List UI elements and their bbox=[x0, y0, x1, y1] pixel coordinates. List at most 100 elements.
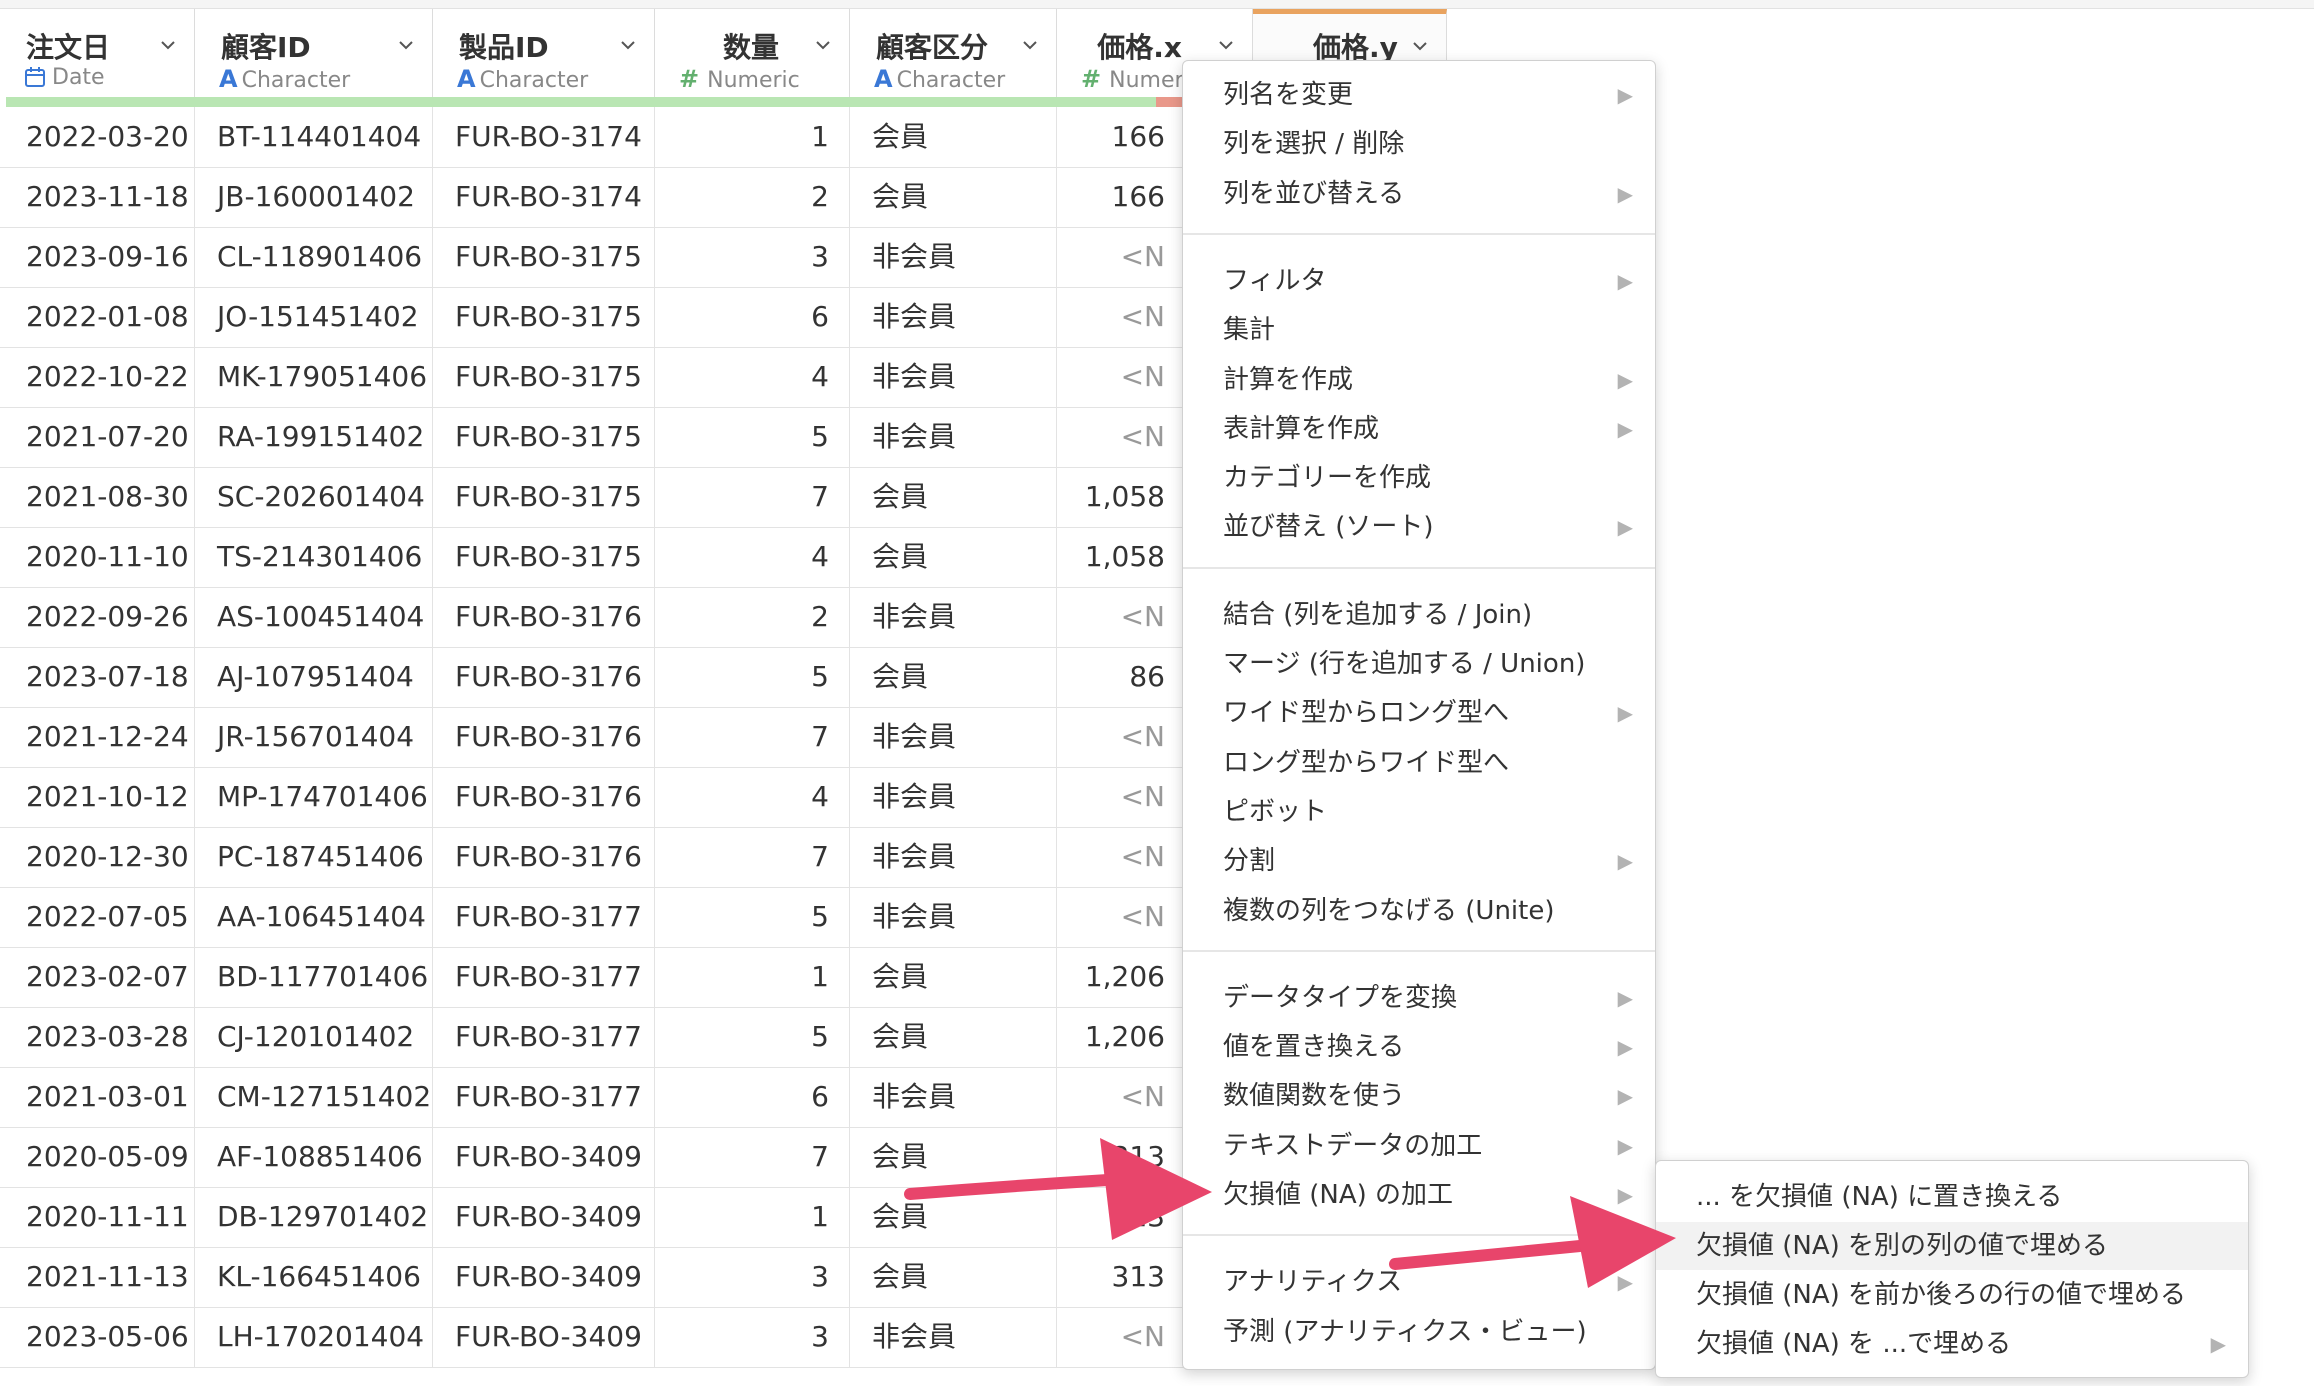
submenu-item[interactable]: 欠損値 (NA) を別の列の値で埋める bbox=[1656, 1222, 2248, 1270]
menu-item-label: 値を置き換える bbox=[1223, 1032, 1405, 1063]
menu-item[interactable]: 欠損値 (NA) の加工 ▶ bbox=[1183, 1171, 1655, 1219]
cell-customer-id: CL-118901406 bbox=[195, 227, 433, 287]
column-type-label: Numeric bbox=[707, 68, 800, 93]
cell-product-id: FUR-BO-3176 bbox=[433, 827, 655, 887]
chevron-down-icon[interactable] bbox=[1022, 37, 1038, 53]
cell-order-date: 2021-03-01 bbox=[0, 1067, 195, 1127]
menu-item[interactable]: 数値関数を使う ▶ bbox=[1183, 1072, 1655, 1120]
menu-item-label: 並び替え (ソート) bbox=[1223, 512, 1434, 543]
column-header-customer-segment[interactable]: 顧客区分 A Character bbox=[850, 9, 1057, 97]
cell-customer-id: SC-202601404 bbox=[195, 467, 433, 527]
column-type-label: Character bbox=[896, 68, 1006, 93]
chevron-down-icon[interactable] bbox=[1218, 37, 1234, 53]
cell-customer-segment: 非会員 bbox=[850, 1307, 1057, 1367]
menu-item[interactable]: 列を選択 / 削除 bbox=[1183, 120, 1655, 168]
column-name: 顧客区分 bbox=[876, 31, 989, 64]
cell-customer-segment: 非会員 bbox=[850, 347, 1057, 407]
submenu-item[interactable]: 欠損値 (NA) を ...で埋める ▶ bbox=[1656, 1320, 2248, 1368]
menu-item[interactable]: 集計 bbox=[1183, 306, 1655, 354]
cell-product-id: FUR-BO-3409 bbox=[433, 1187, 655, 1247]
cell-product-id: FUR-BO-3176 bbox=[433, 707, 655, 767]
cell-price-x: <N bbox=[1120, 720, 1165, 753]
cell-customer-id: LH-170201404 bbox=[195, 1307, 433, 1367]
menu-item[interactable]: カテゴリーを作成 bbox=[1183, 454, 1655, 502]
chevron-down-icon[interactable] bbox=[1412, 38, 1428, 54]
menu-item[interactable]: 列名を変更 ▶ bbox=[1183, 71, 1655, 119]
cell-product-id: FUR-BO-3175 bbox=[433, 347, 655, 407]
column-header-customer-id[interactable]: 顧客ID A Character bbox=[195, 9, 433, 97]
menu-item[interactable]: アナリティクス ▶ bbox=[1183, 1258, 1655, 1306]
chevron-right-icon: ▶ bbox=[1617, 1084, 1633, 1109]
cell-quantity: 4 bbox=[655, 527, 850, 587]
chevron-down-icon[interactable] bbox=[160, 37, 176, 53]
chevron-right-icon: ▶ bbox=[1617, 367, 1633, 392]
submenu-item[interactable]: ... を欠損値 (NA) に置き換える bbox=[1656, 1173, 2248, 1221]
chevron-down-icon[interactable] bbox=[815, 37, 831, 53]
cell-price-x: 86 bbox=[1129, 660, 1165, 693]
cell-quantity: 6 bbox=[655, 1067, 850, 1127]
menu-item-label: カテゴリーを作成 bbox=[1223, 463, 1432, 494]
cell-customer-id: DB-129701402 bbox=[195, 1187, 433, 1247]
chevron-down-icon[interactable] bbox=[620, 37, 636, 53]
menu-item-label: 欠損値 (NA) の加工 bbox=[1223, 1180, 1454, 1210]
column-type: # Numeric bbox=[679, 65, 800, 93]
cell-quantity: 3 bbox=[655, 1307, 850, 1367]
chevron-right-icon: ▶ bbox=[1617, 515, 1633, 540]
menu-item-label: ロング型からワイド型へ bbox=[1223, 747, 1510, 778]
menu-item[interactable]: ワイド型からロング型へ ▶ bbox=[1183, 689, 1655, 737]
menu-item[interactable]: 結合 (列を追加する / Join) bbox=[1183, 591, 1655, 639]
chevron-down-icon[interactable] bbox=[398, 37, 414, 53]
column-type: A Character bbox=[457, 65, 588, 93]
cell-product-id: FUR-BO-3176 bbox=[433, 767, 655, 827]
column-header-product-id[interactable]: 製品ID A Character bbox=[433, 9, 655, 97]
cell-product-id: FUR-BO-3409 bbox=[433, 1307, 655, 1367]
cell-product-id: FUR-BO-3174 bbox=[433, 167, 655, 227]
submenu-item[interactable]: 欠損値 (NA) を前か後ろの行の値で埋める bbox=[1656, 1271, 2248, 1319]
cell-price-x: 1,058 bbox=[1084, 480, 1165, 513]
cell-quantity: 7 bbox=[655, 707, 850, 767]
chevron-right-icon: ▶ bbox=[1617, 1183, 1633, 1207]
cell-product-id: FUR-BO-3177 bbox=[433, 1067, 655, 1127]
column-type-label: Character bbox=[479, 68, 589, 93]
chevron-right-icon: ▶ bbox=[1617, 181, 1633, 206]
cell-quantity: 4 bbox=[655, 347, 850, 407]
cell-price-x: 1,058 bbox=[1084, 540, 1165, 573]
menu-item[interactable]: 予測 (アナリティクス・ビュー) bbox=[1183, 1308, 1655, 1356]
numeric-type-icon: # bbox=[679, 65, 700, 93]
cell-order-date: 2021-07-20 bbox=[0, 407, 195, 467]
menu-item[interactable]: 分割 ▶ bbox=[1183, 837, 1655, 885]
menu-item[interactable]: 計算を作成 ▶ bbox=[1183, 356, 1655, 404]
column-type: Date bbox=[24, 65, 105, 90]
menu-item[interactable]: 値を置き換える ▶ bbox=[1183, 1023, 1655, 1071]
menu-item[interactable]: データタイプを変換 ▶ bbox=[1183, 974, 1655, 1022]
cell-customer-segment: 会員 bbox=[850, 167, 1057, 227]
cell-price-x: <N bbox=[1120, 240, 1165, 273]
cell-order-date: 2021-10-12 bbox=[0, 767, 195, 827]
cell-quantity: 4 bbox=[655, 767, 850, 827]
menu-item[interactable]: ロング型からワイド型へ bbox=[1183, 739, 1655, 787]
cell-product-id: FUR-BO-3176 bbox=[433, 587, 655, 647]
menu-item[interactable]: マージ (行を追加する / Union) bbox=[1183, 640, 1655, 688]
cell-customer-segment: 非会員 bbox=[850, 1067, 1057, 1127]
menu-item[interactable]: ピボット bbox=[1183, 788, 1655, 836]
cell-customer-segment: 非会員 bbox=[850, 887, 1057, 947]
menu-item[interactable]: 並び替え (ソート) ▶ bbox=[1183, 503, 1655, 551]
menu-item[interactable]: 表計算を作成 ▶ bbox=[1183, 405, 1655, 453]
cell-customer-id: MK-179051406 bbox=[195, 347, 433, 407]
cell-customer-segment: 非会員 bbox=[850, 767, 1057, 827]
chevron-right-icon: ▶ bbox=[1617, 985, 1633, 1010]
menu-item-label: 集計 bbox=[1223, 315, 1276, 346]
menu-separator bbox=[1183, 1234, 1655, 1237]
menu-item[interactable]: 複数の列をつなげる (Unite) bbox=[1183, 887, 1655, 935]
menu-item-label: 列を選択 / 削除 bbox=[1223, 129, 1405, 160]
menu-item[interactable]: フィルタ ▶ bbox=[1183, 257, 1655, 305]
cell-customer-segment: 非会員 bbox=[850, 587, 1057, 647]
cell-price-x: 313 bbox=[1111, 1260, 1165, 1293]
menu-item[interactable]: 列を並び替える ▶ bbox=[1183, 170, 1655, 218]
cell-order-date: 2023-03-28 bbox=[0, 1007, 195, 1067]
column-type: A Character bbox=[219, 65, 350, 93]
column-header-quantity[interactable]: 数量 # Numeric bbox=[655, 9, 850, 97]
chevron-right-icon: ▶ bbox=[1617, 701, 1633, 726]
menu-item[interactable]: テキストデータの加工 ▶ bbox=[1183, 1122, 1655, 1170]
column-header-order-date[interactable]: 注文日 Date bbox=[0, 9, 195, 97]
